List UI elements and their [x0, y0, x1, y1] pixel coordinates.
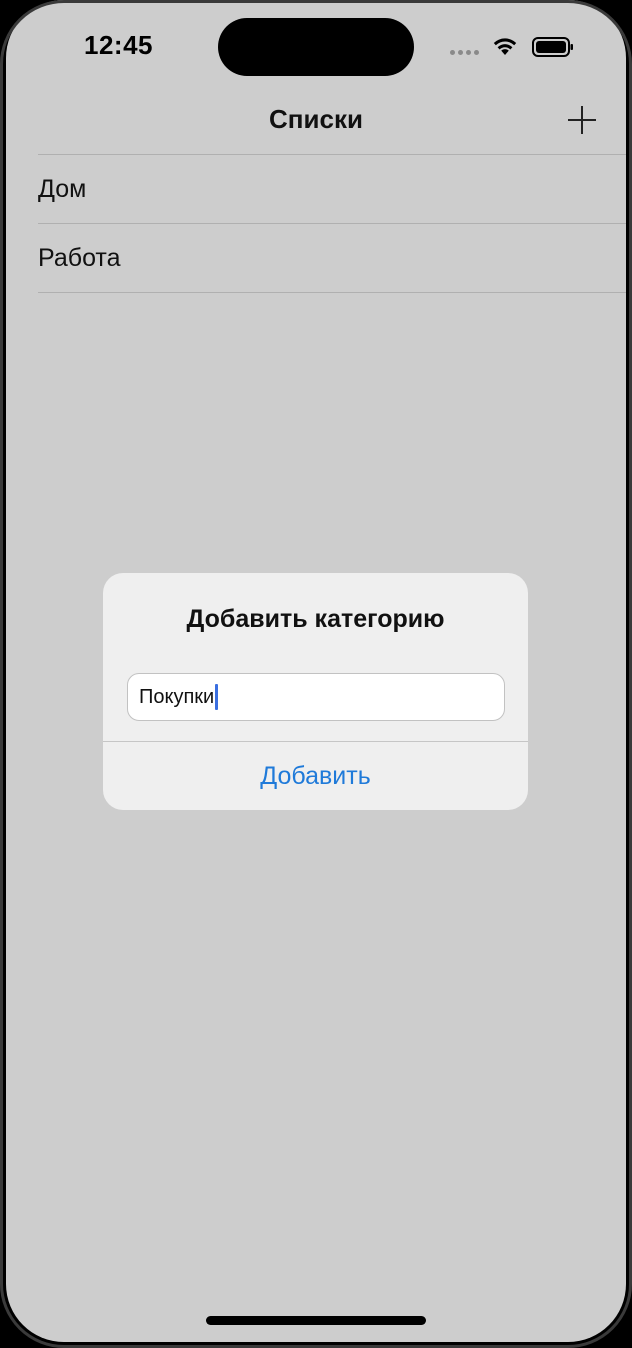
device-frame: 12:45 Списки Дом Работа Добавить категор… [0, 0, 632, 1348]
alert-title: Добавить категорию [186, 605, 445, 633]
list-item-home[interactable]: Дом [38, 155, 626, 223]
dynamic-island [218, 18, 414, 76]
category-list: Дом Работа [38, 154, 626, 293]
home-indicator[interactable] [206, 1316, 426, 1325]
add-category-alert: Добавить категорию Покупки Добавить [103, 573, 528, 810]
add-button[interactable]: Добавить [103, 742, 528, 810]
status-time: 12:45 [84, 30, 153, 60]
cellular-signal-icon [450, 50, 479, 55]
divider [38, 292, 626, 293]
text-caret [215, 684, 219, 710]
battery-icon [532, 37, 573, 57]
list-item-work[interactable]: Работа [38, 224, 626, 292]
plus-icon[interactable] [562, 100, 602, 140]
category-name-field[interactable]: Покупки [127, 673, 505, 721]
page-title: Списки [269, 104, 363, 134]
category-name-value: Покупки [139, 685, 215, 708]
screen: 12:45 Списки Дом Работа Добавить категор… [6, 0, 626, 1342]
wifi-icon [493, 38, 517, 55]
